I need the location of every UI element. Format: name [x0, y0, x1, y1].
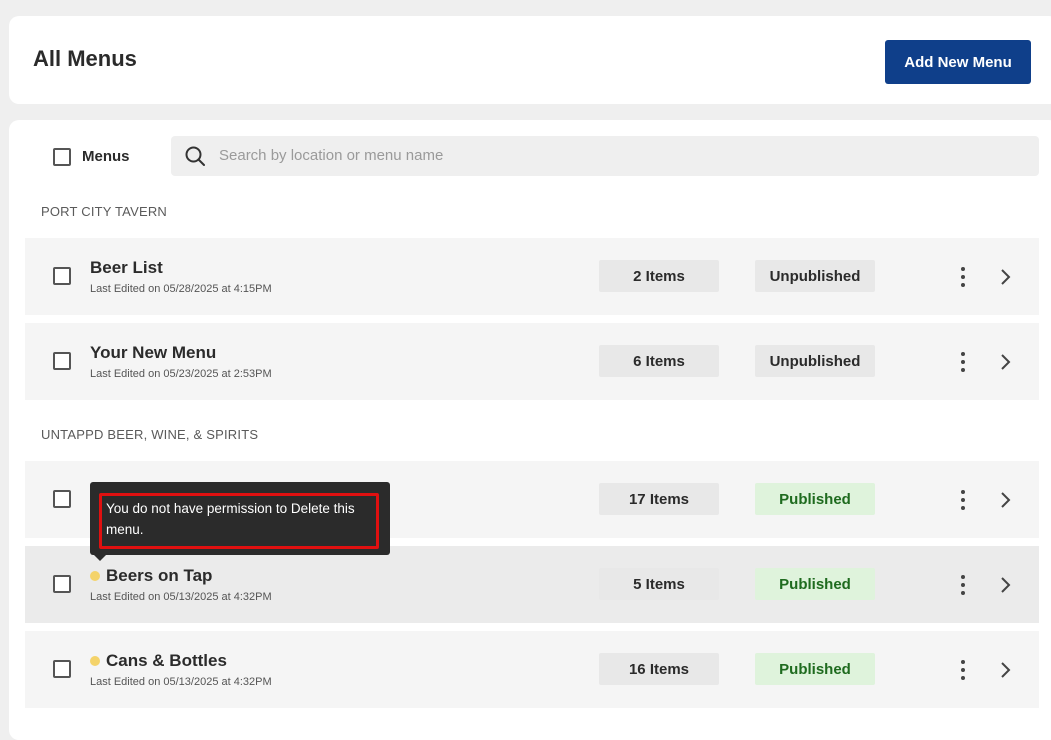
permission-tooltip: You do not have permission to Delete thi… [90, 482, 390, 561]
select-all-checkbox[interactable] [53, 148, 71, 166]
section-label: UNTAPPD BEER, WINE, & SPIRITS [41, 427, 259, 442]
menu-row[interactable]: Your New Menu Last Edited on 05/23/2025 … [25, 323, 1039, 400]
draft-status-dot [90, 571, 100, 581]
tooltip-arrow [92, 553, 108, 561]
menu-title: Beer List [90, 258, 163, 277]
draft-status-dot [90, 656, 100, 666]
item-count-badge: 16 Items [599, 653, 719, 685]
menu-last-edited: Last Edited on 05/23/2025 at 2:53PM [90, 368, 272, 380]
menu-last-edited: Last Edited on 05/13/2025 at 4:32PM [90, 676, 272, 688]
menu-title: Cans & Bottles [106, 651, 227, 670]
item-count-badge: 5 Items [599, 568, 719, 600]
more-options-icon[interactable] [955, 489, 971, 511]
page-title: All Menus [33, 46, 137, 71]
status-badge: Published [755, 568, 875, 600]
more-options-icon[interactable] [955, 574, 971, 596]
select-all-label: Menus [82, 148, 130, 165]
chevron-right-icon[interactable] [997, 266, 1013, 288]
item-count-badge: 6 Items [599, 345, 719, 377]
item-count-badge: 2 Items [599, 260, 719, 292]
search-input[interactable]: Search by location or menu name [171, 136, 1039, 176]
menu-row[interactable]: Beers on Tap Last Edited on 05/13/2025 a… [25, 546, 1039, 623]
menu-row[interactable]: Beer List Last Edited on 05/28/2025 at 4… [25, 238, 1039, 315]
row-checkbox[interactable] [53, 490, 71, 508]
section-label: PORT CITY TAVERN [41, 204, 168, 219]
more-options-icon[interactable] [955, 266, 971, 288]
add-new-menu-button[interactable]: Add New Menu [885, 40, 1031, 84]
header-card: All Menus Add New Menu [9, 16, 1051, 104]
row-checkbox[interactable] [53, 352, 71, 370]
chevron-right-icon[interactable] [997, 351, 1013, 373]
chevron-right-icon[interactable] [997, 574, 1013, 596]
row-checkbox[interactable] [53, 660, 71, 678]
status-badge: Unpublished [755, 345, 875, 377]
more-options-icon[interactable] [955, 659, 971, 681]
more-options-icon[interactable] [955, 351, 971, 373]
menu-row[interactable]: Cans & Bottles Last Edited on 05/13/2025… [25, 631, 1039, 708]
menus-list-card: Menus Search by location or menu name PO… [9, 120, 1051, 740]
row-checkbox[interactable] [53, 267, 71, 285]
chevron-right-icon[interactable] [997, 659, 1013, 681]
menu-title: Your New Menu [90, 343, 217, 362]
row-checkbox[interactable] [53, 575, 71, 593]
status-badge: Published [755, 483, 875, 515]
menu-title: Beers on Tap [106, 566, 213, 585]
search-icon [185, 146, 205, 166]
chevron-right-icon[interactable] [997, 489, 1013, 511]
menu-last-edited: Last Edited on 05/13/2025 at 4:32PM [90, 591, 272, 603]
status-badge: Unpublished [755, 260, 875, 292]
item-count-badge: 17 Items [599, 483, 719, 515]
search-placeholder: Search by location or menu name [219, 147, 444, 164]
tooltip-text: You do not have permission to Delete thi… [106, 501, 355, 537]
menu-last-edited: Last Edited on 05/28/2025 at 4:15PM [90, 283, 272, 295]
status-badge: Published [755, 653, 875, 685]
